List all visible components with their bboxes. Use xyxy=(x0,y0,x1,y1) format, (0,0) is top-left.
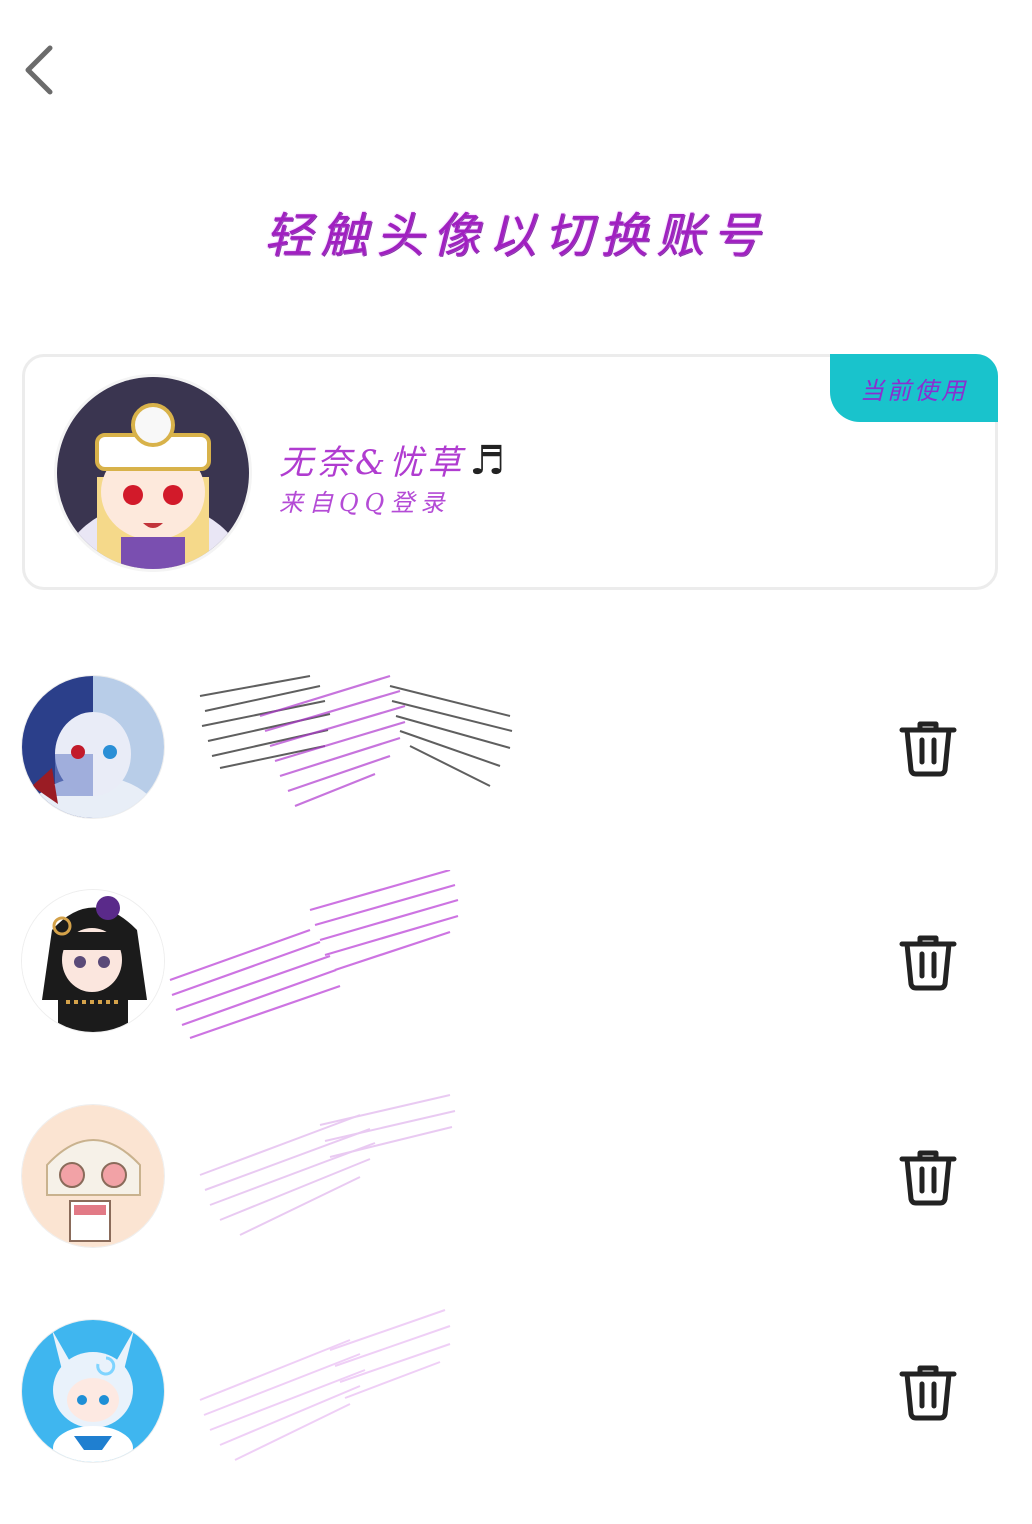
delete-account-button[interactable] xyxy=(896,1360,960,1424)
delete-account-button[interactable] xyxy=(896,1145,960,1209)
account-switch-page: 轻触头像以切换账号 当前使用 无奈&忧草 ♬ 来自QQ登录 xyxy=(0,0,1032,1524)
delete-account-button[interactable] xyxy=(896,716,960,780)
account-name-redacted xyxy=(160,656,520,836)
account-row[interactable] xyxy=(0,868,1032,1070)
account-row[interactable] xyxy=(0,674,1032,856)
music-note-icon: ♬ xyxy=(469,438,510,484)
account-avatar[interactable] xyxy=(22,676,164,818)
current-account-card[interactable]: 当前使用 无奈&忧草 ♬ 来自QQ登录 xyxy=(22,354,998,590)
account-name-redacted xyxy=(160,868,520,1050)
account-avatar[interactable] xyxy=(22,1320,164,1462)
current-account-name-text: 无奈&忧草 xyxy=(279,443,466,483)
page-title: 轻触头像以切换账号 xyxy=(263,208,768,264)
account-name-redacted xyxy=(160,1085,520,1265)
account-row[interactable] xyxy=(0,1094,1032,1285)
account-avatar[interactable] xyxy=(22,1105,164,1247)
current-account-name: 无奈&忧草 ♬ xyxy=(279,435,509,484)
current-account-source: 来自QQ登录 xyxy=(279,489,451,517)
current-use-badge: 当前使用 xyxy=(830,354,998,422)
account-row[interactable] xyxy=(0,1309,1032,1500)
trash-icon xyxy=(899,1365,957,1421)
account-avatar[interactable] xyxy=(22,890,164,1032)
trash-icon xyxy=(899,1150,957,1206)
chevron-left-icon xyxy=(25,45,53,95)
account-name-redacted xyxy=(160,1300,520,1480)
trash-icon xyxy=(899,935,957,991)
back-button[interactable] xyxy=(18,40,62,100)
trash-icon xyxy=(899,721,957,777)
delete-account-button[interactable] xyxy=(896,930,960,994)
current-account-avatar[interactable] xyxy=(57,377,249,569)
